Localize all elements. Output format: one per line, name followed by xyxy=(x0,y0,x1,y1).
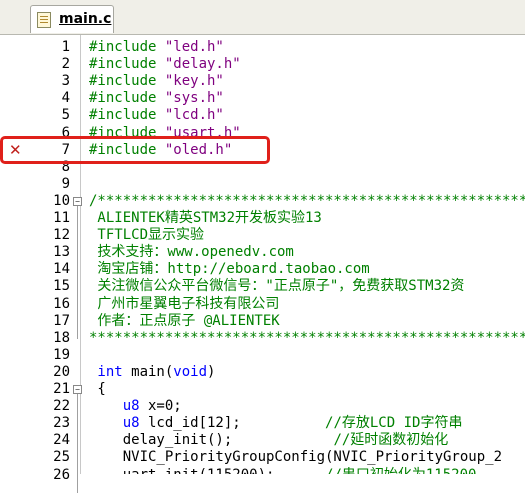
code-line[interactable]: { xyxy=(89,381,106,398)
code-token: int xyxy=(89,363,123,380)
code-token: 淘宝店铺：http://eboard.taobao.com xyxy=(89,261,370,278)
code-token: 技术支持：www.openedv.com xyxy=(89,244,294,261)
code-token: NVIC_PriorityGroupConfig(NVIC_PriorityGr… xyxy=(89,449,503,466)
code-token: //延时函数初始化 xyxy=(333,432,449,449)
code-line[interactable]: #include "sys.h" xyxy=(89,90,224,107)
line-number: 9 xyxy=(61,175,70,192)
marker-column[interactable] xyxy=(0,35,28,474)
editor-tab-bar: main.c xyxy=(0,0,525,35)
c-file-icon xyxy=(37,12,51,28)
code-token: //串口初始化为115200 xyxy=(325,467,476,475)
code-token: "led.h" xyxy=(164,39,224,55)
fold-toggle-icon[interactable]: − xyxy=(73,385,82,394)
code-line[interactable]: uart_init(115200); //串口初始化为115200 xyxy=(89,467,477,475)
line-number: 21 xyxy=(53,381,70,397)
code-line[interactable]: NVIC_PriorityGroupConfig(NVIC_PriorityGr… xyxy=(89,449,502,466)
code-token: "lcd.h" xyxy=(164,107,224,124)
code-token: u8 xyxy=(122,398,140,415)
code-token: #include xyxy=(89,56,165,73)
line-number: 22 xyxy=(53,398,70,415)
code-token: "delay.h" xyxy=(164,56,241,73)
code-token: uart_init(115200); xyxy=(89,467,325,475)
line-number-gutter[interactable]: 1 2 3 4 5 6 7 ✕ 8 9 10 11 12 13 14 15 16 17 18 19 20 21 22 23 24… xyxy=(0,35,80,483)
code-line[interactable]: 广州市星翼电子科技有限公司 xyxy=(89,296,279,313)
code-line[interactable]: int main(void) xyxy=(89,364,215,381)
code-token: x=0; xyxy=(139,398,182,415)
code-line[interactable]: 淘宝店铺：http://eboard.taobao.com xyxy=(89,261,370,278)
code-line[interactable]: TFTLCD显示实验 xyxy=(89,227,204,244)
fold-guide-line xyxy=(77,205,78,339)
code-token: void xyxy=(173,363,208,380)
line-number: 14 xyxy=(53,261,70,278)
line-number: 4 xyxy=(61,90,70,107)
code-token: TFTLCD显示实验 xyxy=(89,227,205,244)
code-line[interactable]: 作者：正点原子 @ALIENTEK xyxy=(89,312,280,330)
line-number: 25 xyxy=(53,449,70,466)
code-line[interactable]: 关注微信公众平台微信号："正点原子"，免费获取STM32资 xyxy=(89,278,464,295)
line-number: 3 xyxy=(61,73,70,90)
code-line[interactable]: #include "key.h" xyxy=(89,73,224,90)
line-number: 13 xyxy=(53,244,70,261)
code-token: u8 xyxy=(122,415,140,432)
code-token: 广州市星翼电子科技有限公司 xyxy=(89,295,280,312)
line-number: 12 xyxy=(53,227,70,244)
fold-toggle-icon[interactable]: − xyxy=(73,196,82,206)
line-number: 20 xyxy=(53,363,70,380)
code-token: main( xyxy=(122,363,174,380)
code-token: 作者：正点原子 @ALIENTEK xyxy=(89,312,280,329)
code-line[interactable]: u8 lcd_id[12]; //存放LCD ID字符串 xyxy=(89,415,463,432)
line-number: 17 xyxy=(53,312,70,329)
fold-guide-line xyxy=(77,394,78,493)
line-number: 11 xyxy=(53,210,70,226)
tab-main-c[interactable]: main.c xyxy=(30,5,114,33)
code-token: #include xyxy=(89,39,165,55)
error-highlight-box xyxy=(0,136,270,164)
code-token: lcd_id[12]; xyxy=(139,415,326,432)
code-token: #include xyxy=(89,73,165,90)
code-token: //存放LCD ID字符串 xyxy=(325,415,463,432)
code-token: ALIENTEK精英STM32开发板实验13 xyxy=(89,210,322,226)
line-number: 16 xyxy=(53,295,70,312)
code-line[interactable]: ALIENTEK精英STM32开发板实验13 xyxy=(89,210,322,227)
code-token: ) xyxy=(207,363,216,380)
code-line[interactable]: delay_init(); //延时函数初始化 xyxy=(89,432,449,449)
line-number: 15 xyxy=(53,278,70,295)
code-token: { xyxy=(89,381,106,397)
code-line[interactable]: 技术支持：www.openedv.com xyxy=(89,244,294,261)
line-number: 26 xyxy=(53,466,70,483)
line-number: 23 xyxy=(53,415,70,432)
code-token: 关注微信公众平台微信号："正点原子"，免费获取STM32资 xyxy=(89,278,465,295)
code-token: #include xyxy=(89,90,165,107)
code-line[interactable]: #include "lcd.h" xyxy=(89,107,224,124)
line-number: 1 xyxy=(61,39,70,55)
code-line[interactable]: u8 x=0; xyxy=(89,398,182,415)
code-line[interactable]: /***************************************… xyxy=(89,193,525,210)
line-number: 19 xyxy=(53,346,70,363)
code-line[interactable]: ****************************************… xyxy=(89,330,525,347)
code-token: #include xyxy=(89,107,165,124)
code-editor[interactable]: #include "led.h" #include "delay.h" #inclu… xyxy=(80,35,525,474)
code-line[interactable]: #include "delay.h" xyxy=(89,56,241,73)
line-number: 18 xyxy=(53,329,70,346)
code-line[interactable]: #include "led.h" xyxy=(89,39,224,56)
line-number: 2 xyxy=(61,56,70,73)
tab-label: main.c xyxy=(59,11,112,27)
line-number: 5 xyxy=(61,107,70,124)
code-token: "key.h" xyxy=(164,73,224,90)
line-number: 24 xyxy=(53,432,70,449)
code-token: "sys.h" xyxy=(164,90,224,107)
code-token: delay_init(); xyxy=(89,432,334,449)
line-number: 10 xyxy=(53,192,70,209)
code-token: ****************************************… xyxy=(89,329,525,346)
code-token: /***************************************… xyxy=(89,192,525,209)
